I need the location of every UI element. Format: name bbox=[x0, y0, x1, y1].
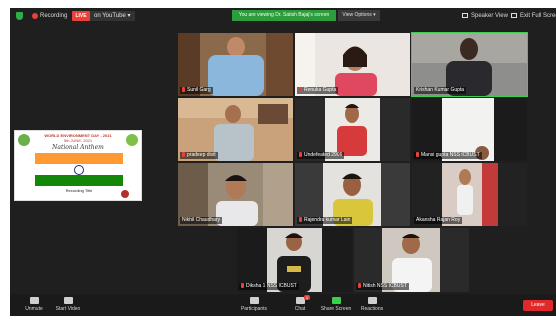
start-video-label: Start Video bbox=[55, 306, 81, 312]
video-tile-pradeep-dixit[interactable]: pradeep dixit bbox=[178, 98, 293, 161]
youtube-stream-button[interactable]: on YouTube ▾ bbox=[90, 11, 135, 21]
video-off-icon bbox=[63, 297, 73, 304]
participants-button[interactable]: Participants bbox=[232, 295, 276, 315]
reactions-label: Reactions bbox=[360, 306, 384, 312]
live-badge: LIVE bbox=[72, 11, 90, 21]
youtube-label: on YouTube bbox=[94, 13, 126, 19]
video-tile-krishan-kumar-gupta[interactable]: Krishan Kumar Gupta bbox=[411, 32, 528, 97]
participant-name: Diksha 1 NSS ICBUST bbox=[239, 283, 299, 290]
participant-name: Mansi gupta NSS ICBUST bbox=[414, 152, 482, 159]
exit-fullscreen-button[interactable]: Exit Full Screen bbox=[520, 12, 556, 20]
shared-screen-thumbnail[interactable]: WORLD ENVIRONMENT DAY - 2021 5th JUNE, 2… bbox=[14, 130, 142, 201]
participant-name: Krishan Kumar Gupta bbox=[414, 87, 467, 94]
participants-label: Participants bbox=[240, 306, 268, 312]
participant-name: Renuka Gupta bbox=[297, 87, 339, 94]
participant-name: pradeep dixit bbox=[180, 152, 218, 159]
bottom-logo-icon bbox=[121, 190, 129, 198]
video-tile-renuka-gupta[interactable]: Renuka Gupta bbox=[295, 33, 410, 96]
meeting-toolbar: Unmute Start Video Participants 1 Chat S… bbox=[10, 294, 556, 316]
indian-flag-image bbox=[35, 153, 123, 187]
participant-name: Undefeated 2906 bbox=[297, 152, 345, 159]
leave-button[interactable]: Leave bbox=[523, 300, 553, 311]
participants-icon bbox=[249, 297, 259, 304]
reactions-icon bbox=[367, 297, 377, 304]
participant-name: Sunil Garg bbox=[180, 87, 213, 94]
recording-icon bbox=[32, 13, 38, 19]
video-tile-rajendra-kumar-lain[interactable]: Rajendra kumar Lain bbox=[295, 163, 410, 226]
shared-date: 5th JUNE, 2021 bbox=[63, 138, 93, 143]
participant-name: Nikhil Chaudhary bbox=[180, 217, 223, 224]
participant-name: Akansha Rajan Roy bbox=[414, 217, 463, 224]
recording-label: Recording bbox=[40, 13, 68, 19]
muted-mic-icon bbox=[416, 152, 419, 157]
muted-mic-icon bbox=[299, 152, 302, 157]
speaker-view-button[interactable]: Speaker View bbox=[471, 12, 508, 20]
shared-caption: Recording Title bbox=[65, 188, 93, 193]
view-options-button[interactable]: View Options ▾ bbox=[338, 10, 380, 21]
ashoka-chakra-icon bbox=[74, 165, 84, 175]
muted-mic-icon bbox=[358, 283, 361, 288]
video-tile-undefeated-2906[interactable]: Undefeated 2906 bbox=[295, 98, 410, 161]
chat-unread-badge: 1 bbox=[304, 295, 310, 300]
muted-mic-icon bbox=[182, 152, 185, 157]
video-tile-nitish[interactable]: Nitish NSS ICBUST bbox=[354, 228, 469, 292]
zoom-meeting-window: Recording LIVE on YouTube ▾ You are view… bbox=[10, 8, 556, 316]
muted-mic-icon bbox=[299, 217, 302, 222]
viewing-screen-banner: You are viewing Dr. Satish Bajaj's scree… bbox=[232, 10, 336, 21]
start-video-button[interactable]: Start Video bbox=[48, 295, 88, 315]
video-tile-nikhil-chaudhary[interactable]: Nikhil Chaudhary bbox=[178, 163, 293, 226]
view-options-label: View Options bbox=[342, 12, 372, 18]
exit-fullscreen-icon[interactable] bbox=[511, 13, 517, 18]
video-tile-sunil-garg[interactable]: Sunil Garg bbox=[178, 33, 293, 96]
participant-name: Nitish NSS ICBUST bbox=[356, 283, 409, 290]
muted-mic-icon bbox=[299, 87, 302, 92]
muted-mic-icon bbox=[182, 87, 185, 92]
speaker-view-icon[interactable] bbox=[462, 13, 468, 18]
share-screen-icon bbox=[331, 297, 341, 304]
video-tile-mansi-gupta[interactable]: Mansi gupta NSS ICBUST bbox=[412, 98, 527, 161]
video-tile-diksha[interactable]: Diksha 1 NSS ICBUST bbox=[237, 228, 352, 292]
video-tile-akansha-rajan-roy[interactable]: Akansha Rajan Roy bbox=[412, 163, 527, 226]
mic-muted-icon bbox=[29, 297, 39, 304]
participant-name: Rajendra kumar Lain bbox=[297, 217, 353, 224]
shared-heading: National Anthem bbox=[52, 144, 104, 151]
reactions-button[interactable]: Reactions bbox=[352, 295, 392, 315]
top-bar: Recording LIVE on YouTube ▾ You are view… bbox=[10, 8, 556, 26]
muted-mic-icon bbox=[241, 283, 244, 288]
security-shield-icon[interactable] bbox=[16, 12, 23, 20]
